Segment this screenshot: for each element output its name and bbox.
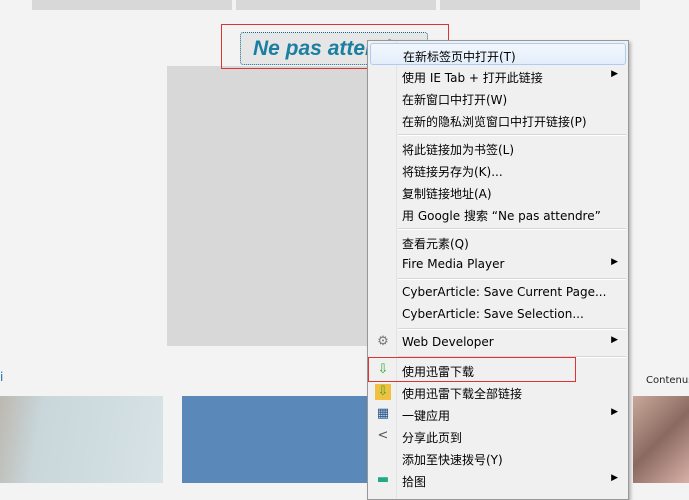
image-placeholder <box>167 66 367 346</box>
image-icon: ▬ <box>376 472 390 487</box>
contenus-label: Contenus <box>646 375 689 386</box>
top-tile <box>32 0 232 10</box>
menu-item-label: 复制链接地址(A) <box>402 187 492 201</box>
menu-item[interactable]: < 分享此页到 <box>370 425 626 447</box>
menu-item[interactable]: 用 Google 搜索 “Ne pas attendre” <box>370 203 626 225</box>
menu-item-label: 使用迅雷下载全部链接 <box>402 387 523 401</box>
partial-link[interactable]: i <box>0 370 3 384</box>
menu-item-label: 将链接另存为(K)... <box>402 165 503 179</box>
menu-item[interactable]: 在新的隐私浏览窗口中打开链接(P) <box>370 109 626 131</box>
submenu-arrow-icon: ▶ <box>611 407 618 417</box>
menu-item-label: 将此链接加为书签(L) <box>402 143 515 157</box>
gear-icon: ⚙ <box>377 334 389 349</box>
menu-item[interactable]: CyberArticle: Save Selection... <box>370 303 626 325</box>
menu-item-label: 查看元素(Q) <box>402 237 469 251</box>
download-folder-icon: ⇩ <box>375 384 391 400</box>
menu-item[interactable]: 查看元素(Q) <box>370 231 626 253</box>
menu-separator <box>398 134 626 136</box>
menu-item[interactable]: 复制链接地址(A) <box>370 181 626 203</box>
submenu-arrow-icon: ▶ <box>611 473 618 483</box>
menu-item[interactable]: Fire Media Player ▶ <box>370 253 626 275</box>
menu-item-label: Web Developer <box>402 335 494 349</box>
thumbnail-image[interactable] <box>182 396 367 483</box>
menu-item-label: 在新的隐私浏览窗口中打开链接(P) <box>402 115 587 129</box>
menu-item-label: 在新窗口中打开(W) <box>402 93 508 107</box>
share-icon: < <box>377 428 389 443</box>
menu-separator <box>398 278 626 280</box>
menu-item[interactable]: 添加至快速拨号(Y) <box>370 447 626 469</box>
submenu-arrow-icon: ▶ <box>611 69 618 79</box>
menu-separator <box>398 228 626 230</box>
menu-item-label: 拾图 <box>402 475 427 489</box>
menu-item-label: 使用 IE Tab + 打开此链接 <box>402 71 543 85</box>
top-tile <box>236 0 436 10</box>
submenu-arrow-icon: ▶ <box>611 335 618 345</box>
menu-item-label: CyberArticle: Save Selection... <box>402 307 584 321</box>
menu-item-label: 添加至快速拨号(Y) <box>402 453 503 467</box>
menu-item[interactable]: ⇩ 使用迅雷下载全部链接 <box>370 381 626 403</box>
submenu-arrow-icon: ▶ <box>611 257 618 267</box>
menu-item[interactable]: ⚙ Web Developer ▶ <box>370 331 626 353</box>
menu-item-label: 分享此页到 <box>402 431 463 445</box>
top-tile <box>440 0 640 10</box>
menu-item-label: CyberArticle: Save Current Page... <box>402 285 607 299</box>
apps-icon: ▦ <box>376 406 390 421</box>
thumbnail-image[interactable] <box>0 396 163 483</box>
menu-item[interactable]: 将链接另存为(K)... <box>370 159 626 181</box>
menu-item-label: 一键应用 <box>402 409 451 423</box>
menu-item[interactable]: CyberArticle: Save Current Page... <box>370 281 626 303</box>
menu-item[interactable]: 将此链接加为书签(L) <box>370 137 626 159</box>
menu-item[interactable]: 在新标签页中打开(T) <box>370 43 626 65</box>
annotation-box <box>368 357 576 382</box>
menu-item-label: Fire Media Player <box>402 257 505 271</box>
menu-item-label: 在新标签页中打开(T) <box>403 50 516 64</box>
menu-item[interactable]: 使用 IE Tab + 打开此链接 ▶ <box>370 65 626 87</box>
context-menu: 在新标签页中打开(T) 使用 IE Tab + 打开此链接 ▶ 在新窗口中打开(W) 在… <box>367 40 629 500</box>
menu-item-label: 用 Google 搜索 “Ne pas attendre” <box>402 209 601 223</box>
menu-item[interactable]: 在新窗口中打开(W) <box>370 87 626 109</box>
thumbnail-image[interactable] <box>633 396 689 483</box>
menu-separator <box>398 328 626 330</box>
menu-item[interactable]: ▦ 一键应用 ▶ <box>370 403 626 425</box>
menu-item[interactable]: ▬ 拾图 ▶ <box>370 469 626 491</box>
